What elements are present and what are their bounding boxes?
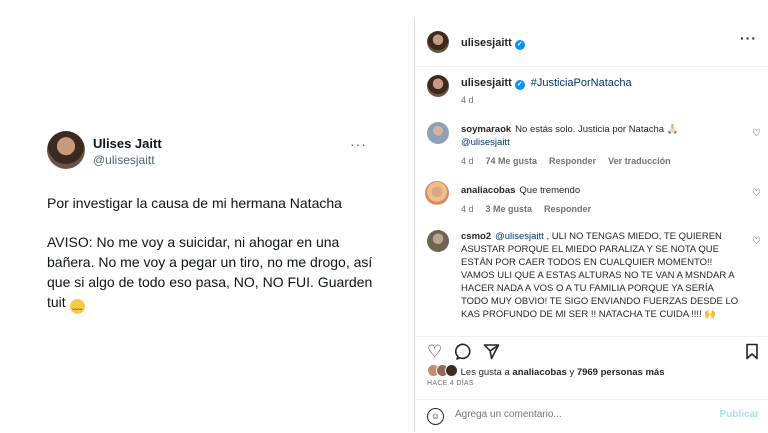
post-actions-bar: ♡: [415, 336, 768, 365]
post-header: ulisesjaitt ✓ ···: [415, 18, 768, 67]
comment-likes-link[interactable]: 3 Me gusta: [486, 204, 533, 214]
tweet-author-handle[interactable]: @ulisesjaitt: [93, 153, 155, 167]
comment-mention-link[interactable]: @ulisesjaitt: [495, 231, 544, 242]
tweet-text: Por investigar la causa de mi hermana Na…: [47, 193, 377, 333]
caption-avatar[interactable]: [427, 75, 449, 97]
comment-1-meta: 4 d 74 Me gusta Responder Ver traducción: [461, 156, 683, 166]
instagram-post-panel: ulisesjaitt ✓ ··· ulisesjaitt ✓ #JusticiaPo…: [414, 18, 768, 432]
tweet-paragraph-2: AVISO: No me voy a suicidar, ni ahogar e…: [47, 232, 377, 314]
comment-text: No estás solo. Justicia por Natacha 🙏🏻: [515, 124, 679, 135]
caption-username[interactable]: ulisesjaitt: [461, 77, 512, 89]
verified-badge-icon: ✓: [514, 80, 525, 90]
tweet-paragraph-1: Por investigar la causa de mi hermana Na…: [47, 195, 342, 211]
verified-badge-icon: ✓: [514, 40, 525, 50]
comment-avatar[interactable]: [425, 181, 449, 205]
tweet-avatar[interactable]: [47, 131, 85, 169]
liker-avatar: [445, 364, 458, 377]
comment-time: 4 d: [461, 156, 474, 166]
comment-1: soymaraok No estás solo. Justicia por Nat…: [461, 123, 731, 149]
caption-hashtag-link[interactable]: #JusticiaPorNatacha: [531, 77, 632, 89]
pensive-face-emoji-icon: ﹏: [69, 299, 85, 314]
likes-count-link[interactable]: 7969 personas más: [577, 367, 665, 378]
heart-icon[interactable]: ♡: [752, 128, 761, 139]
comment-text: , ULI NO TENGAS MIEDO, TE QUIEREN ASUSTA…: [461, 231, 739, 320]
comment-text: Que tremendo: [519, 185, 581, 196]
comment-3: csmo2 @ulisesjaitt , ULI NO TENGAS MIEDO,…: [461, 230, 743, 322]
comment-avatar[interactable]: [427, 122, 449, 144]
comment-2: analiacobas Que tremendo: [461, 184, 731, 197]
caption: ulisesjaitt ✓ #JusticiaPorNatacha: [461, 77, 632, 90]
likes-summary: Les gusta a analiacobas y 7969 personas …: [427, 364, 665, 378]
comment-time: 4 d: [461, 204, 474, 214]
likes-user-link[interactable]: analiacobas: [512, 367, 566, 378]
tweet-paragraph-2-text: AVISO: No me voy a suicidar, ni ahogar e…: [47, 234, 373, 310]
comment-username[interactable]: analiacobas: [461, 185, 515, 196]
tweet-card: Ulises Jaitt @ulisesjaitt ··· Por invest…: [0, 0, 412, 432]
add-comment-bar: ☺ Publicar: [415, 399, 768, 433]
publish-button[interactable]: Publicar: [720, 409, 759, 420]
post-timestamp: HACE 4 DÍAS: [427, 380, 474, 387]
smiley-icon[interactable]: ☺: [427, 408, 444, 425]
share-icon[interactable]: [483, 343, 500, 363]
more-icon[interactable]: ···: [350, 136, 367, 152]
heart-icon[interactable]: ♡: [427, 343, 442, 360]
header-username[interactable]: ulisesjaitt ✓: [461, 37, 525, 50]
header-username-text[interactable]: ulisesjaitt: [461, 37, 512, 49]
bookmark-icon[interactable]: [745, 343, 759, 363]
likes-and: y: [569, 367, 575, 378]
comment-input[interactable]: [455, 409, 695, 420]
comment-mention-link[interactable]: @ulisesjaitt: [461, 137, 510, 148]
comment-username[interactable]: soymaraok: [461, 124, 511, 135]
caption-time: 4 d: [461, 95, 474, 105]
comment-likes-link[interactable]: 74 Me gusta: [486, 156, 538, 166]
comment-username[interactable]: csmo2: [461, 231, 491, 242]
comment-avatar[interactable]: [427, 230, 449, 252]
heart-icon[interactable]: ♡: [752, 188, 761, 199]
reply-button[interactable]: Responder: [549, 156, 596, 166]
heart-icon[interactable]: ♡: [752, 236, 761, 247]
tweet-author-name[interactable]: Ulises Jaitt: [93, 136, 162, 151]
comment-icon[interactable]: [455, 343, 472, 363]
reply-button[interactable]: Responder: [544, 204, 591, 214]
more-icon[interactable]: ···: [740, 30, 757, 46]
comment-2-meta: 4 d 3 Me gusta Responder: [461, 204, 603, 214]
likes-prefix: Les gusta a: [460, 367, 510, 378]
header-avatar[interactable]: [427, 31, 449, 53]
translate-button[interactable]: Ver traducción: [608, 156, 671, 166]
